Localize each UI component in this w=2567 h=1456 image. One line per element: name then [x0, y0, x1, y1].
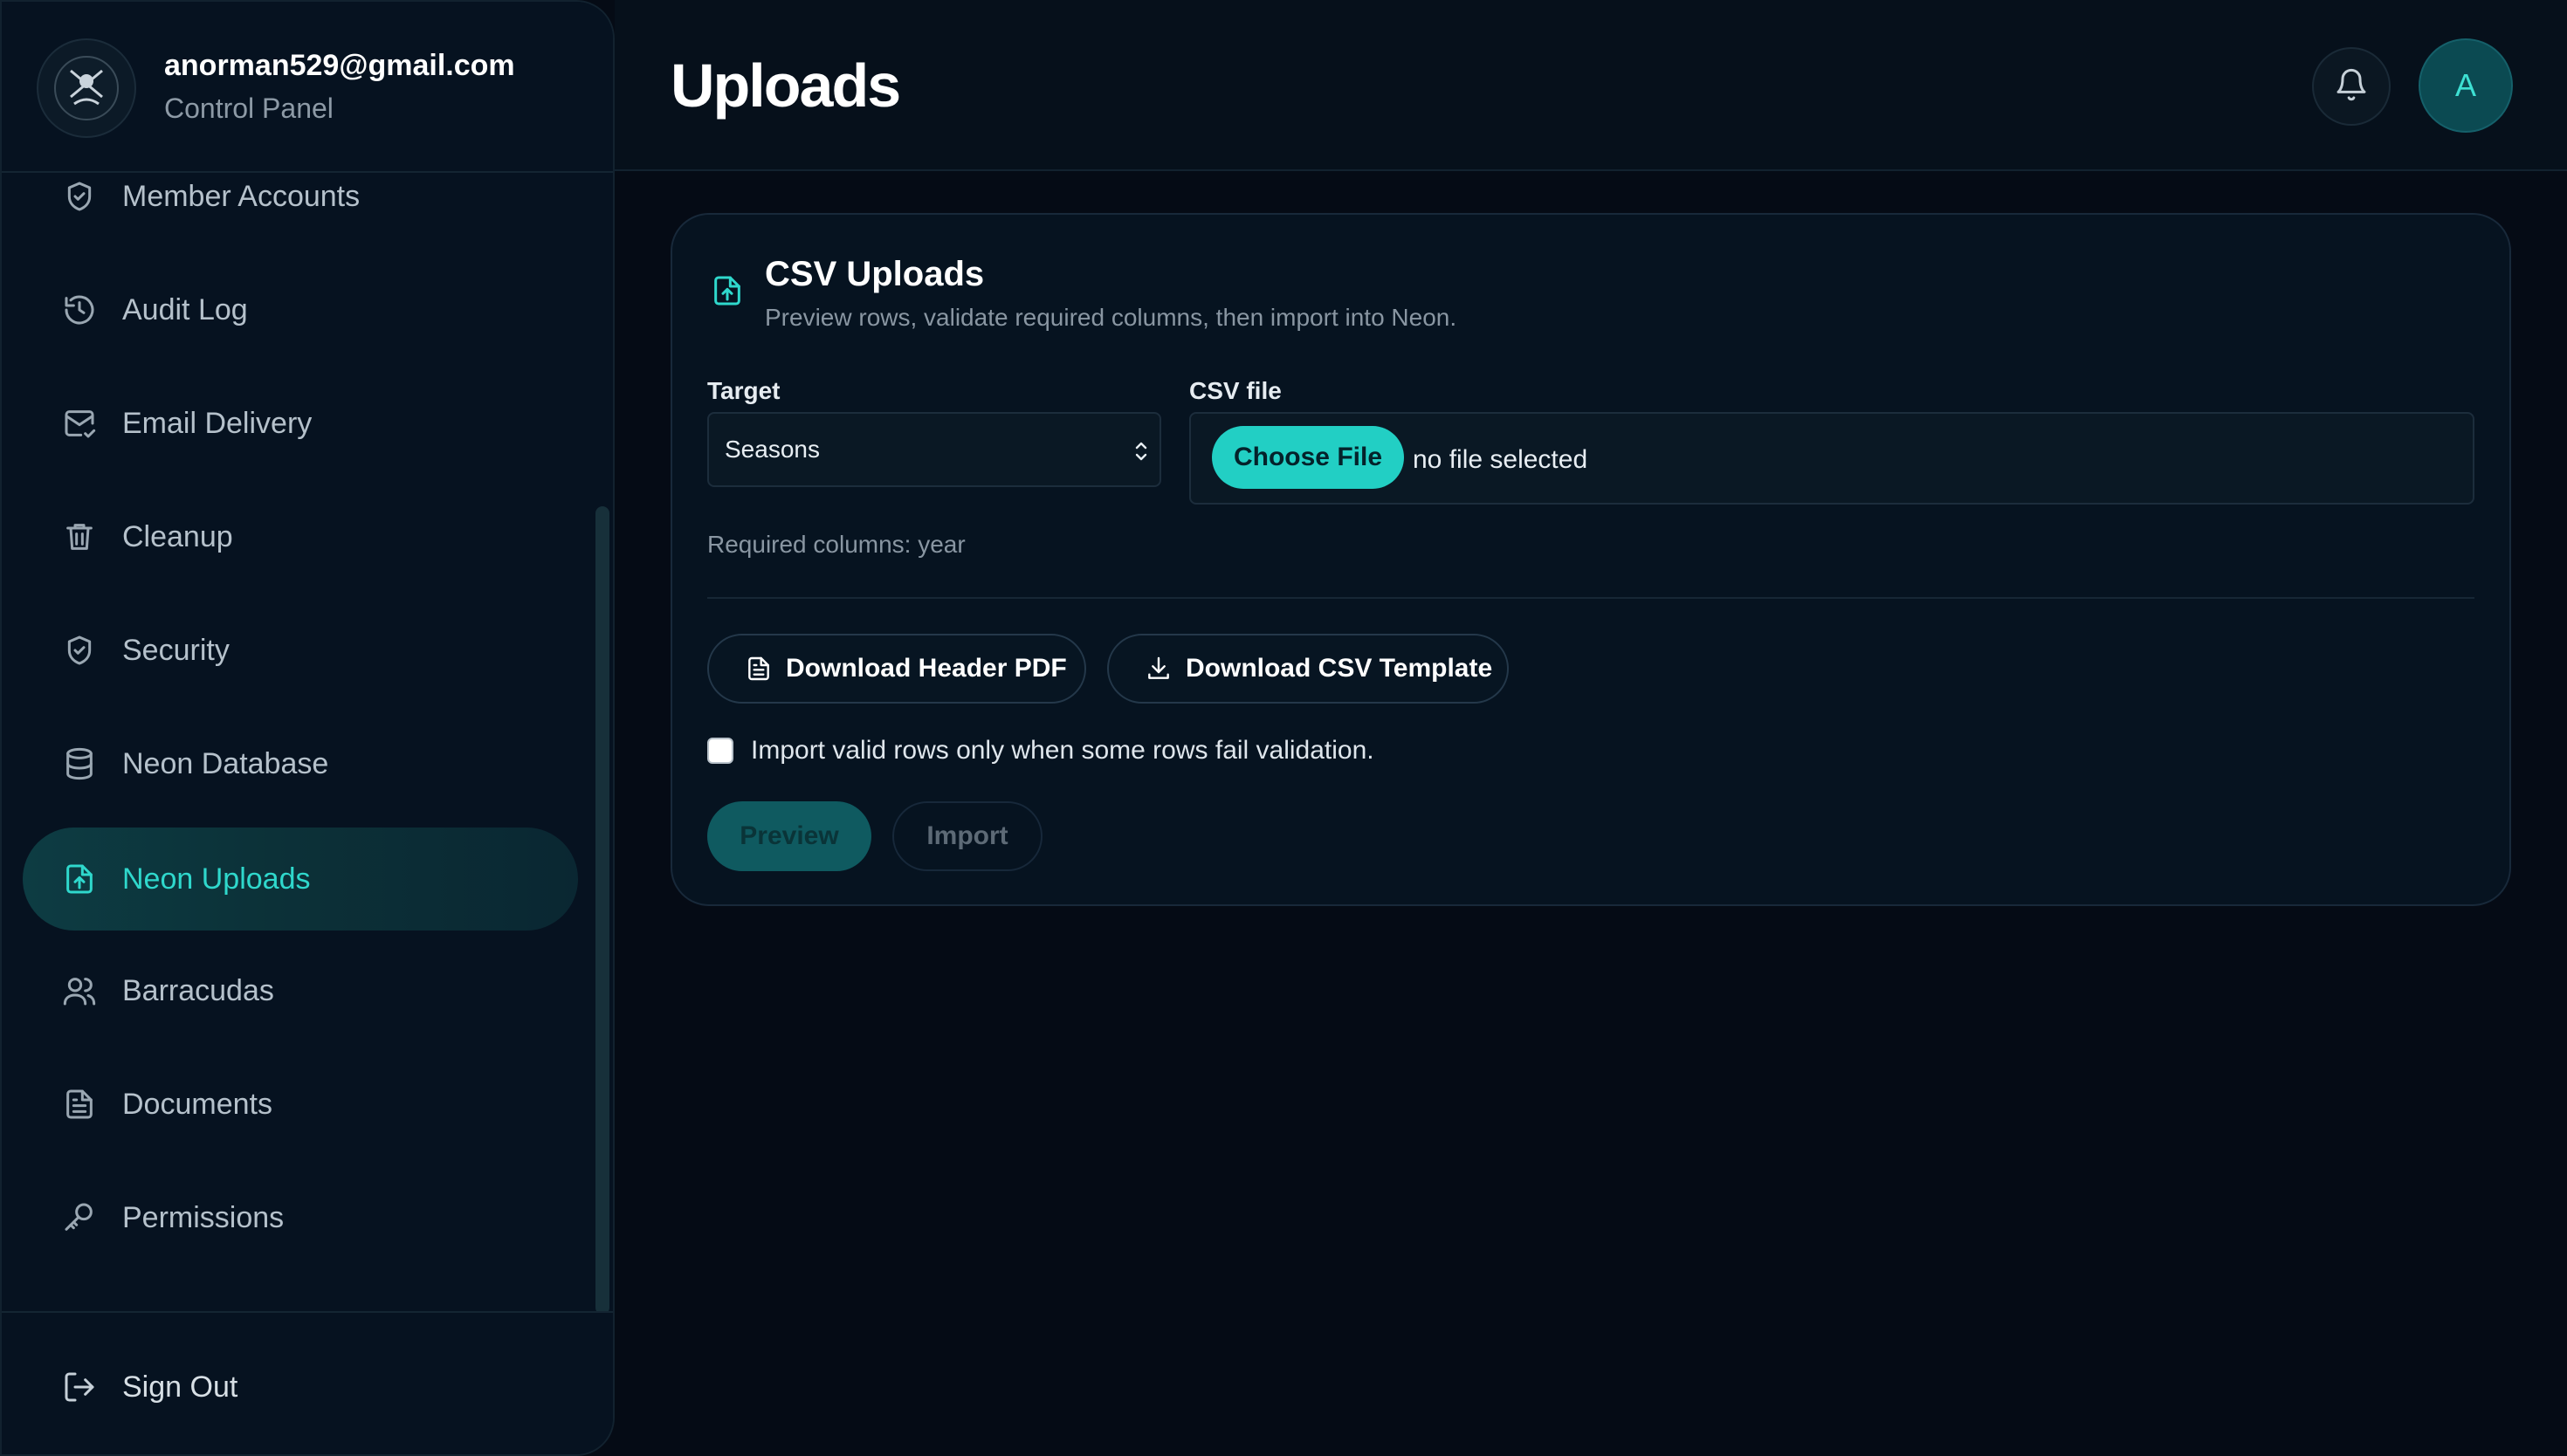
choose-file-button[interactable]: Choose File [1212, 426, 1404, 489]
mail-check-icon [59, 403, 100, 443]
sidebar-footer: Sign Out [2, 1311, 613, 1454]
sidebar-item-neon-uploads[interactable]: Neon Uploads [23, 828, 578, 931]
target-select[interactable]: Seasons [707, 412, 1161, 487]
sidebar-item-label: Barracudas [122, 973, 274, 1007]
file-upload-icon [59, 859, 100, 899]
sidebar-item-permissions[interactable]: Permissions [23, 1166, 578, 1269]
document-icon [744, 654, 774, 683]
users-icon [59, 971, 100, 1011]
shield-check-icon [59, 630, 100, 670]
sidebar-item-security[interactable]: Security [23, 599, 578, 702]
sidebar-item-label: Permissions [122, 1200, 285, 1234]
trash-icon [59, 517, 100, 557]
page-title: Uploads [671, 52, 901, 120]
sign-out-button[interactable]: Sign Out [23, 1336, 578, 1439]
sidebar-scrollbar[interactable] [595, 506, 609, 1315]
card-title: CSV Uploads [765, 255, 985, 293]
sidebar-item-label: Email Delivery [122, 406, 313, 440]
import-valid-rows-label: Import valid rows only when some rows fa… [751, 736, 1374, 765]
csv-uploads-card: CSV Uploads Preview rows, validate requi… [671, 213, 2511, 906]
sidebar-item-neon-database[interactable]: Neon Database [23, 712, 578, 815]
download-icon [1144, 654, 1173, 683]
user-role: Control Panel [164, 93, 334, 124]
card-subtitle: Preview rows, validate required columns,… [765, 304, 1457, 331]
key-icon [59, 1198, 100, 1238]
sidebar-item-label: Neon Uploads [122, 862, 311, 896]
sidebar-item-cleanup[interactable]: Cleanup [23, 485, 578, 588]
download-csv-template-label: Download CSV Template [1186, 654, 1493, 683]
preview-button[interactable]: Preview [707, 801, 871, 871]
shield-check-icon [59, 176, 100, 216]
divider [707, 597, 2474, 599]
app: anorman529@gmail.com Control Panel Membe… [0, 0, 2567, 1456]
required-columns: Required columns: year [707, 531, 966, 558]
database-icon [59, 744, 100, 784]
sidebar-item-documents[interactable]: Documents [23, 1053, 578, 1156]
sidebar-item-label: Cleanup [122, 519, 233, 553]
sidebar-item-label: Documents [122, 1087, 272, 1121]
document-icon [59, 1084, 100, 1124]
file-status: no file selected [1413, 445, 1588, 474]
sidebar-item-audit-log[interactable]: Audit Log [23, 258, 578, 361]
target-select-value: Seasons [725, 436, 820, 463]
file-upload-icon [707, 271, 747, 311]
import-button[interactable]: Import [892, 801, 1043, 871]
csv-file-input[interactable]: Choose File no file selected [1189, 412, 2474, 505]
history-icon [59, 290, 100, 330]
import-valid-rows-checkbox[interactable] [707, 738, 733, 764]
sidebar: anorman529@gmail.com Control Panel Membe… [0, 0, 615, 1456]
download-header-pdf-button[interactable]: Download Header PDF [707, 634, 1086, 704]
top-bar: Uploads A [615, 0, 2567, 171]
sidebar-item-label: Neon Database [122, 746, 329, 780]
sidebar-item-label: Member Accounts [122, 179, 361, 213]
csv-file-label: CSV file [1189, 377, 1282, 404]
log-out-icon [59, 1367, 100, 1407]
user-email: anorman529@gmail.com [164, 49, 515, 82]
import-valid-rows-option: Import valid rows only when some rows fa… [707, 733, 1374, 768]
sidebar-item-label: Audit Log [122, 292, 248, 326]
club-logo [37, 38, 136, 138]
avatar[interactable]: A [2419, 38, 2513, 133]
sidebar-item-label: Security [122, 633, 230, 667]
sidebar-item-barracudas[interactable]: Barracudas [23, 939, 578, 1042]
sign-out-label: Sign Out [122, 1370, 238, 1404]
sidebar-item-email-delivery[interactable]: Email Delivery [23, 372, 578, 475]
notifications-button[interactable] [2312, 47, 2391, 126]
target-label: Target [707, 377, 781, 404]
sidebar-header: anorman529@gmail.com Control Panel [2, 2, 613, 173]
download-header-pdf-label: Download Header PDF [786, 654, 1067, 683]
download-csv-template-button[interactable]: Download CSV Template [1107, 634, 1509, 704]
bell-icon [2334, 67, 2369, 106]
chevron-up-down-icon [1132, 438, 1151, 464]
